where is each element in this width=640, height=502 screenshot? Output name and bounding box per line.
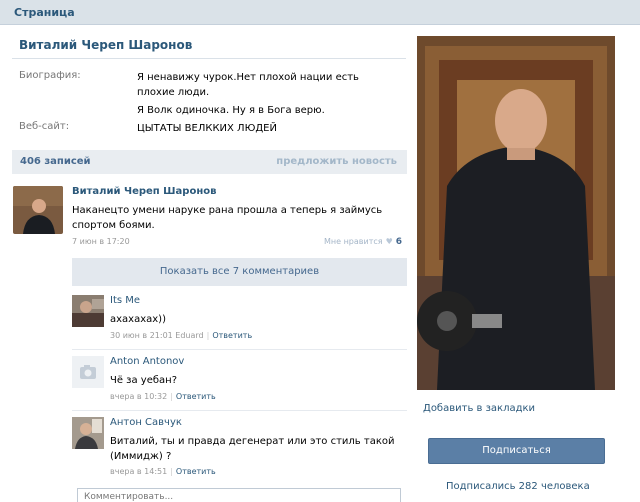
add-bookmark-link[interactable]: Добавить в закладки: [423, 403, 535, 414]
suggest-news-link[interactable]: предложить новость: [276, 156, 397, 167]
comment-text: Виталий, ты и правда дегенерат или это с…: [110, 436, 395, 462]
comment-text: Чё за уебан?: [110, 375, 178, 386]
meta-separator: |: [206, 331, 210, 340]
comment-meta: вчера в 10:32 | Ответить: [110, 392, 216, 401]
bio-line-2: Я Волк одиночка. Ну я в Бога верю.: [137, 105, 325, 116]
reply-link[interactable]: Ответить: [212, 331, 252, 340]
post-text: Наканецто умени наруке рана прошла а теп…: [72, 205, 383, 231]
subscribe-button[interactable]: Подписаться: [428, 438, 605, 464]
profile-photo[interactable]: [417, 36, 615, 390]
reply-link[interactable]: Ответить: [176, 392, 216, 401]
bio-label: Биография:: [19, 70, 81, 81]
post-date[interactable]: 7 июн в 17:20: [72, 237, 130, 246]
comment-text: ахахахах)): [110, 314, 166, 325]
bio-value: Я ненавижу чурок.Нет плохой нации есть п…: [137, 70, 397, 121]
comment-author[interactable]: Its Me: [110, 295, 140, 306]
comment-divider: [72, 410, 407, 411]
like-label: Мне нравится: [323, 237, 383, 246]
comment-author[interactable]: Антон Савчук: [110, 417, 182, 428]
comment-author[interactable]: Anton Antonov: [110, 356, 184, 367]
reply-link[interactable]: Ответить: [176, 467, 216, 476]
wall-header: 406 записей предложить новость: [12, 150, 407, 174]
website-label: Веб-сайт:: [19, 121, 70, 132]
comment-date[interactable]: вчера в 10:32: [110, 392, 167, 401]
meta-separator: |: [170, 392, 173, 401]
comment-avatar[interactable]: [72, 356, 104, 388]
wall-post-count[interactable]: 406 записей: [20, 156, 91, 167]
show-all-comments-button[interactable]: Показать все 7 комментариев: [72, 258, 407, 286]
page-header-title: Страница: [14, 6, 75, 19]
comment-avatar[interactable]: [72, 295, 104, 327]
bio-line-1: Я ненавижу чурок.Нет плохой нации есть п…: [137, 72, 359, 98]
post-author-avatar[interactable]: [13, 186, 63, 234]
comment-avatar[interactable]: [72, 417, 104, 449]
comment-input[interactable]: Комментировать...: [77, 488, 401, 502]
comment-divider: [72, 349, 407, 350]
comment-meta: вчера в 14:51 | Ответить: [110, 467, 216, 476]
like-count: 6: [395, 237, 402, 247]
meta-separator: |: [170, 467, 173, 476]
website-value[interactable]: ЦЫТАТЫ ВЕЛККИХ ЛЮДЕЙ: [137, 121, 397, 136]
post-author[interactable]: Виталий Череп Шаронов: [72, 186, 216, 197]
heart-icon: ♥: [385, 237, 393, 246]
comment-date[interactable]: вчера в 14:51: [110, 467, 167, 476]
subscribers-count[interactable]: Подписались 282 человека: [446, 481, 590, 492]
divider: [12, 58, 406, 59]
comment-date[interactable]: 30 июн в 21:01 Eduard: [110, 331, 204, 340]
comment-meta: 30 июн в 21:01 Eduard | Ответить: [110, 331, 252, 340]
like-button[interactable]: Мне нравится ♥ 6: [324, 237, 402, 247]
profile-name[interactable]: Виталий Череп Шаронов: [19, 38, 192, 52]
page-header: Страница: [0, 0, 640, 25]
